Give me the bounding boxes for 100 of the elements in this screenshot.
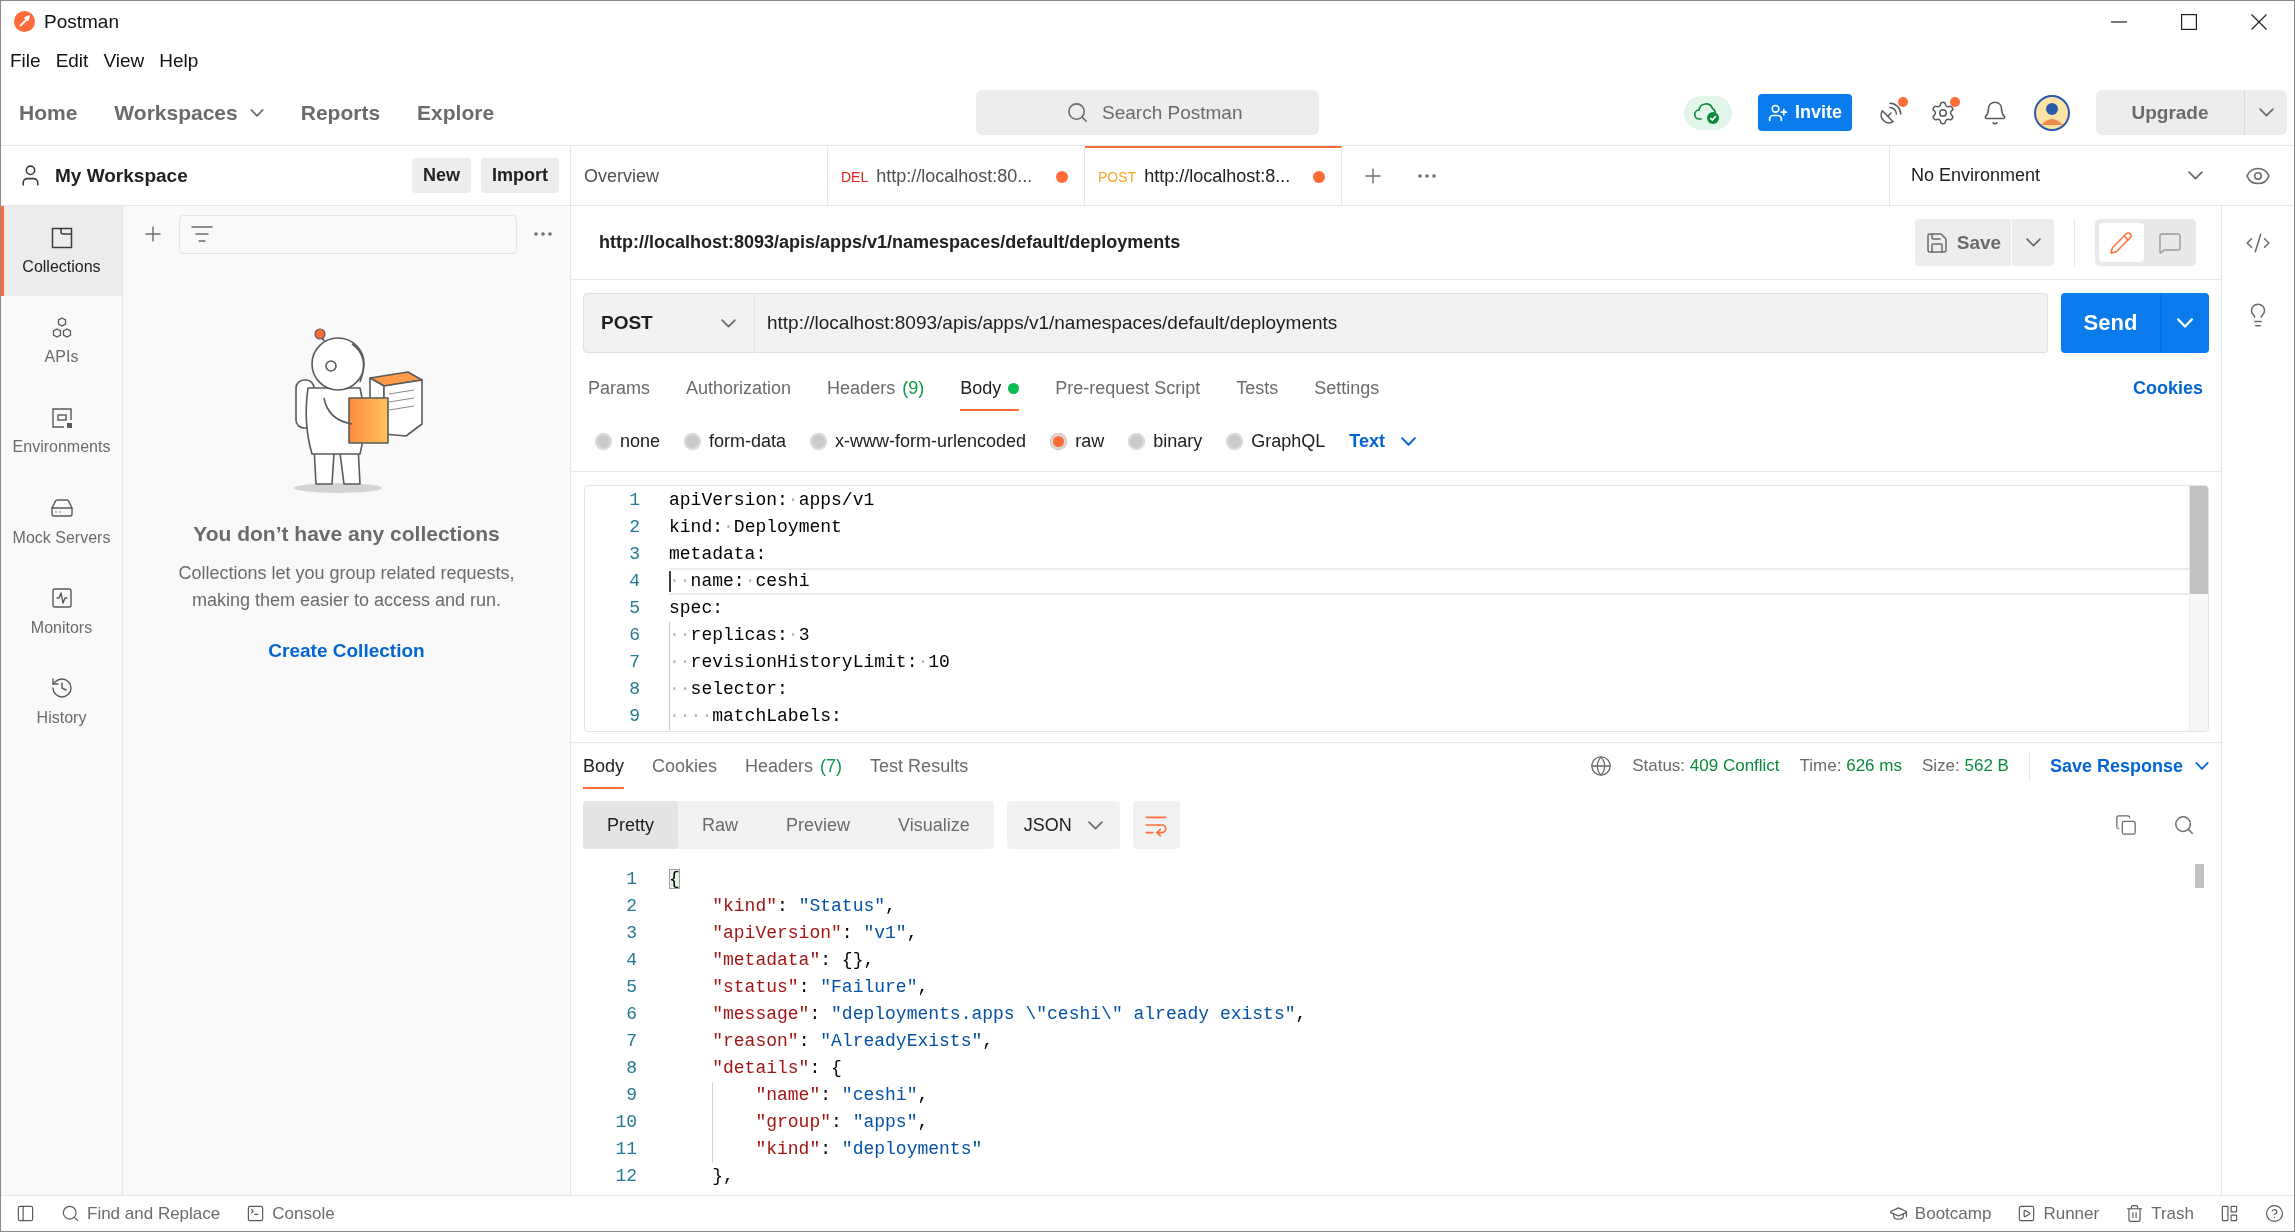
body-type-option[interactable]: none <box>595 430 661 452</box>
status-bar-button[interactable]: Bootcamp <box>1888 1203 1992 1224</box>
workspace-name: My Workspace <box>55 164 188 187</box>
sidebar-nav-item[interactable]: Collections <box>1 206 122 296</box>
request-option-tab[interactable]: Params <box>588 365 650 411</box>
sidebar-nav-item[interactable]: Mock Servers <box>1 476 122 566</box>
request-tab[interactable]: DEL http://localhost:80... <box>828 146 1085 205</box>
sidebar-nav-item[interactable]: History <box>1 656 122 746</box>
request-option-tab[interactable]: Headers (9) <box>827 365 925 411</box>
line-number: 3 <box>628 543 640 566</box>
response-tab[interactable]: Test Results <box>870 743 969 789</box>
new-button[interactable]: New <box>412 158 471 193</box>
menu-item[interactable]: Help <box>159 50 199 72</box>
code-line: metadata: <box>669 543 768 566</box>
cloud-check-icon <box>1694 101 1722 124</box>
send-button[interactable]: Send <box>2061 293 2160 353</box>
empty-state-text: Collections let you group related requests, making them easier to access and run. <box>177 562 516 612</box>
line-number: 5 <box>625 976 637 999</box>
search-icon[interactable] <box>2173 814 2195 836</box>
body-type-option[interactable]: GraphQL <box>1226 430 1326 452</box>
code-line: "message": "deployments.apps \"ceshi\" already exists", <box>712 1003 1307 1026</box>
save-button[interactable]: Save <box>1915 219 2011 266</box>
save-response-button[interactable]: Save Response <box>2028 752 2209 780</box>
minimize-icon[interactable] <box>2111 20 2127 23</box>
line-number: 7 <box>625 1030 637 1053</box>
search-field[interactable]: Search Postman <box>976 90 1319 135</box>
caret-icon <box>2177 318 2193 328</box>
line-number: 6 <box>628 624 640 647</box>
overview-tab[interactable]: Overview <box>571 146 828 205</box>
nav-link[interactable]: Workspaces <box>114 100 264 125</box>
status-bar-button[interactable]: Find and Replace <box>61 1203 221 1224</box>
environment-select[interactable]: No Environment <box>1889 146 2221 205</box>
send-options-button[interactable] <box>2160 293 2209 353</box>
view-tab[interactable]: Raw <box>678 801 763 849</box>
sidebar-nav-item[interactable]: APIs <box>1 296 122 386</box>
status-bar-button[interactable]: Console <box>246 1203 335 1224</box>
help-icon[interactable] <box>2265 1204 2284 1223</box>
empty-state-title: You don’t have any collections <box>193 522 500 546</box>
create-collection-link[interactable]: Create Collection <box>268 640 425 662</box>
view-tab[interactable]: Pretty <box>583 801 678 849</box>
menu-item[interactable]: Edit <box>55 50 89 72</box>
body-type-option[interactable]: form-data <box>684 430 787 452</box>
nav-link[interactable]: Reports <box>300 100 381 125</box>
response-tab[interactable]: Body <box>583 743 625 789</box>
method-select[interactable]: POST <box>583 293 755 353</box>
line-number: 9 <box>625 1084 637 1107</box>
body-type-option[interactable]: raw <box>1050 430 1105 452</box>
sidebar-nav-item[interactable]: Environments <box>1 386 122 476</box>
caret-icon <box>2025 238 2041 247</box>
format-select[interactable]: Text <box>1349 430 1416 452</box>
avatar-icon[interactable] <box>2034 94 2070 131</box>
copy-icon[interactable] <box>2115 814 2137 836</box>
layout-icon[interactable] <box>2220 1204 2239 1223</box>
body-type-option[interactable]: x-www-form-urlencoded <box>810 430 1027 452</box>
request-option-tab[interactable]: Body <box>960 365 1020 411</box>
status-bar-button[interactable]: Trash <box>2125 1203 2194 1224</box>
request-tab[interactable]: POST http://localhost:8... <box>1085 146 1342 205</box>
code-line: ··name:·ceshi <box>669 568 2189 595</box>
nav-link[interactable]: Home <box>19 100 78 125</box>
search-icon <box>1066 101 1089 124</box>
request-option-tab[interactable]: Tests <box>1236 365 1279 411</box>
line-number: 1 <box>628 489 640 512</box>
code-line: "reason": "AlreadyExists", <box>712 1030 994 1053</box>
code-line: "apiVersion": "v1", <box>712 922 918 945</box>
response-tab[interactable]: Headers (7) <box>745 743 843 789</box>
sync-button[interactable] <box>1684 95 1732 130</box>
sidebar-toggle-icon[interactable] <box>16 1204 35 1223</box>
response-tab[interactable]: Cookies <box>652 743 718 789</box>
view-tab[interactable]: Preview <box>762 801 875 849</box>
request-option-tab[interactable]: Authorization <box>686 365 792 411</box>
caret-icon <box>2195 762 2209 770</box>
maximize-icon[interactable] <box>2181 13 2197 30</box>
format-select[interactable]: JSON <box>1006 801 1120 849</box>
nav-link[interactable]: Explore <box>417 100 495 125</box>
filter-field[interactable] <box>179 214 517 254</box>
activity-icon <box>49 585 74 610</box>
scrollbar-thumb <box>2195 864 2204 888</box>
sidebar-nav-item[interactable]: Monitors <box>1 566 122 656</box>
line-number: 12 <box>614 1165 637 1188</box>
body-type-option[interactable]: binary <box>1128 430 1203 452</box>
history-icon <box>49 675 74 700</box>
globe-icon <box>1590 755 1613 777</box>
upgrade-button[interactable]: Upgrade <box>2096 90 2244 135</box>
invite-button[interactable]: Invite <box>1758 94 1852 131</box>
status-bar-button[interactable]: Runner <box>2017 1203 2100 1224</box>
menu-item[interactable]: File <box>10 50 41 72</box>
close-icon[interactable] <box>2251 13 2267 30</box>
request-option-tab[interactable]: Settings <box>1314 365 1380 411</box>
import-button[interactable]: Import <box>481 158 559 193</box>
request-option-tab[interactable]: Pre-request Script <box>1055 365 1201 411</box>
mode-button[interactable] <box>2099 223 2144 262</box>
wrap-lines-button[interactable] <box>1132 801 1180 849</box>
code-line: ··selector: <box>669 676 2189 703</box>
bell-icon[interactable] <box>1982 99 2008 126</box>
settings-icon[interactable] <box>1930 99 1956 126</box>
cookies-link[interactable]: Cookies <box>2132 365 2203 411</box>
url-field[interactable]: http://localhost:8093/apis/apps/v1/namespaces/default/deployments <box>755 293 2048 353</box>
response-meta: Size: 562 B <box>1921 756 2009 776</box>
view-tab[interactable]: Visualize <box>874 801 994 849</box>
menu-item[interactable]: View <box>103 50 145 72</box>
